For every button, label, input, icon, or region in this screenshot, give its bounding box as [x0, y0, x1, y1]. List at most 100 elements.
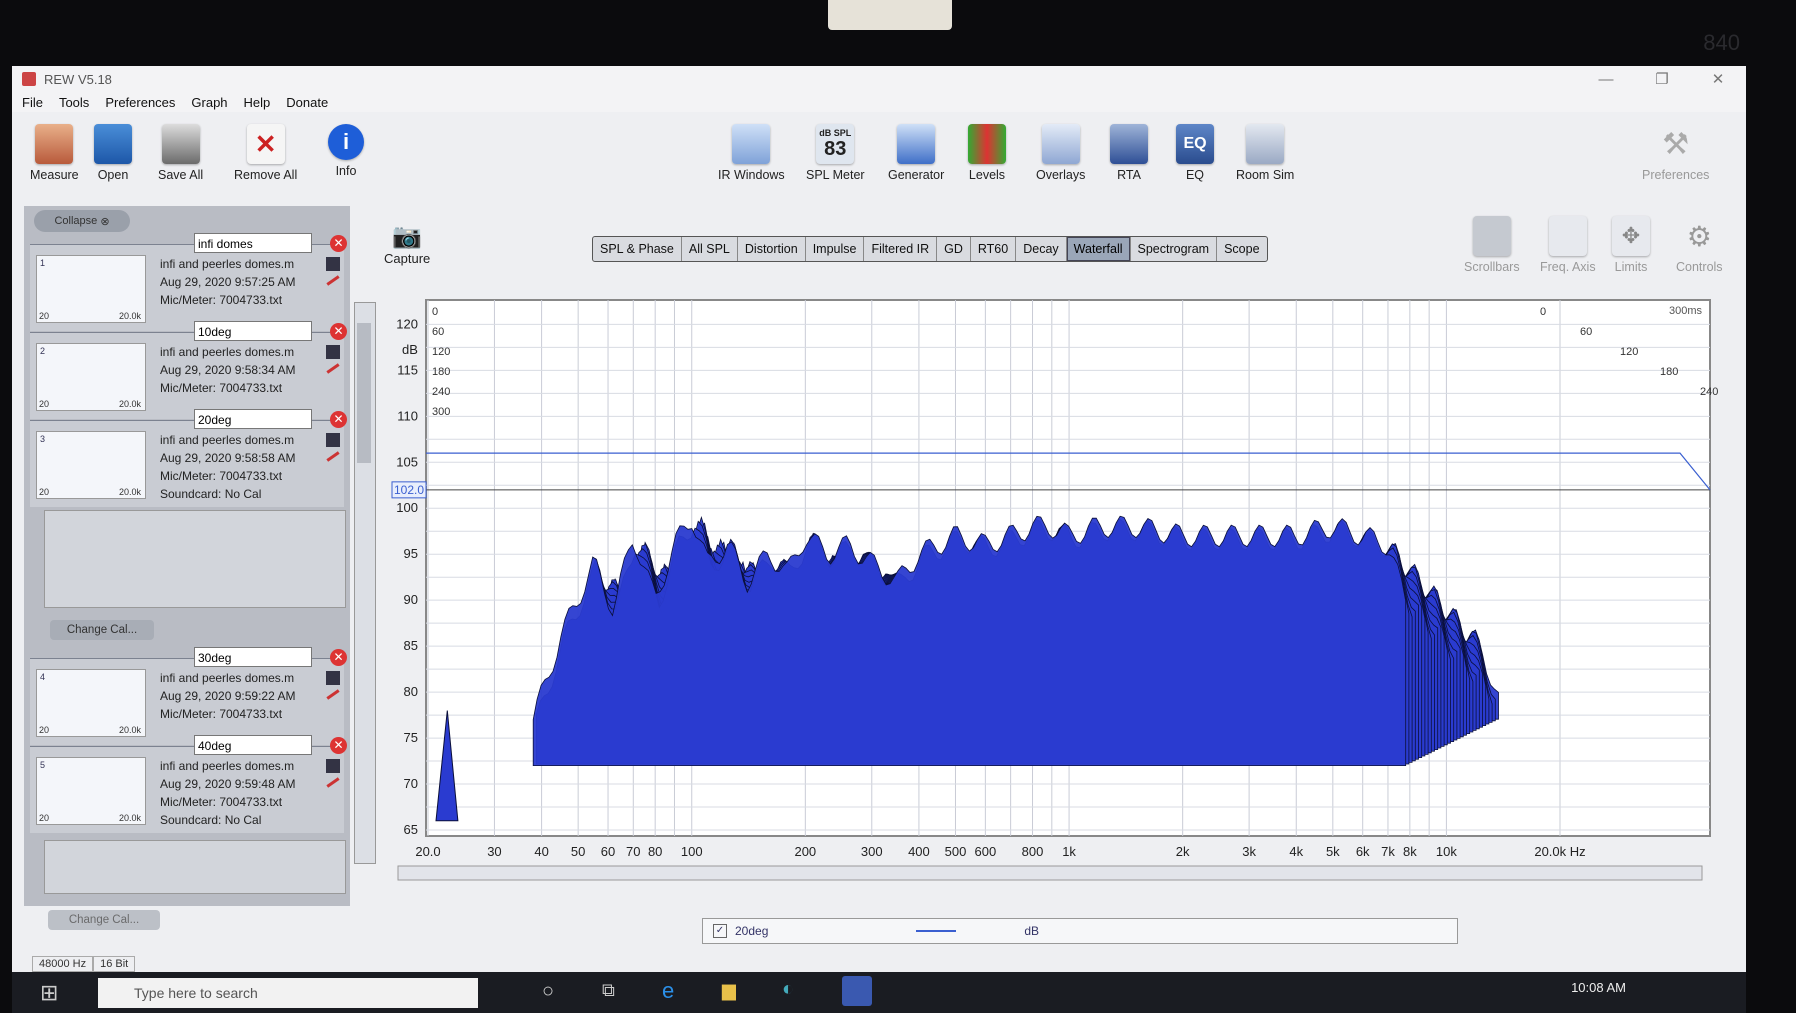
measurement-item[interactable]: 4 20 20.0k 30deg ✕ infi and peerles domes.… [30, 647, 347, 745]
delete-measurement-icon[interactable]: ✕ [330, 235, 347, 252]
ir-windows-button[interactable]: IR Windows [718, 124, 785, 182]
y-tick-label: 115 [397, 362, 418, 377]
generator-button[interactable]: Generator [888, 124, 944, 182]
x-tick-label: 800 [1022, 844, 1044, 859]
menu-graph[interactable]: Graph [191, 95, 227, 110]
delete-measurement-icon[interactable]: ✕ [330, 411, 347, 428]
pen-icon[interactable] [326, 777, 340, 788]
delete-measurement-icon[interactable]: ✕ [330, 323, 347, 340]
measurements-panel: Collapse ⊗ 1 20 20.0k infi domes ✕ infi an… [24, 206, 350, 906]
menu-file[interactable]: File [22, 95, 43, 110]
wrench-icon: ⚒ [1662, 127, 1690, 161]
eq-button[interactable]: EQ EQ [1176, 124, 1214, 182]
measurement-mic: Mic/Meter: 7004733.txt [160, 293, 283, 307]
spl-meter-button[interactable]: dB SPL 83 SPL Meter [806, 124, 865, 182]
waterfall-chart[interactable]: 120 115 110 105 100 95 90 85 80 75 70 65 102.0 0 60 120… [382, 286, 1722, 906]
menu-help[interactable]: Help [244, 95, 271, 110]
pen-icon[interactable] [326, 451, 340, 462]
y-tick-label: 90 [404, 592, 418, 607]
measurement-number: 3 [40, 434, 46, 444]
open-button[interactable]: Open [94, 124, 132, 182]
notes-icon[interactable] [326, 671, 340, 685]
task-view-icon[interactable]: ⧉ [602, 980, 615, 1001]
tab-waterfall[interactable]: Waterfall [1066, 237, 1131, 261]
freq-axis-toggle[interactable]: Freq. Axis [1540, 216, 1596, 274]
legend-unit: dB [1024, 924, 1040, 938]
measurement-item[interactable]: 5 20 20.0k 40deg ✕ infi and peerles domes.… [30, 735, 347, 833]
measurement-name-field[interactable]: 30deg [194, 647, 312, 667]
menu-preferences[interactable]: Preferences [105, 95, 175, 110]
measurement-item[interactable]: 1 20 20.0k infi domes ✕ infi and peerles d… [30, 233, 347, 331]
edge-icon[interactable]: e [662, 978, 674, 1004]
tab-distortion[interactable]: Distortion [738, 237, 806, 261]
time-label-right: 240 [1700, 386, 1718, 398]
tab-spectrogram[interactable]: Spectrogram [1131, 237, 1218, 261]
maximize-button[interactable]: ❐ [1634, 66, 1690, 92]
room-sim-button[interactable]: Room Sim [1236, 124, 1294, 182]
cortana-icon[interactable]: ○ [542, 980, 554, 1003]
ir-windows-icon [732, 124, 771, 164]
measurement-file: infi and peerles domes.m [160, 671, 295, 685]
limits-button[interactable]: ✥ Limits [1612, 216, 1650, 274]
pen-icon[interactable] [326, 275, 340, 286]
tab-filtered-ir[interactable]: Filtered IR [864, 237, 938, 261]
rta-button[interactable]: RTA [1110, 124, 1148, 182]
notes-icon[interactable] [326, 433, 340, 447]
start-icon[interactable]: ⊞ [40, 980, 58, 1006]
measurement-name-field[interactable]: 40deg [194, 735, 312, 755]
panel-scrollbar[interactable] [354, 302, 376, 864]
delete-measurement-icon[interactable]: ✕ [330, 737, 347, 754]
range-low: 20 [39, 725, 50, 735]
notes-icon[interactable] [326, 345, 340, 359]
tab-spl-phase[interactable]: SPL & Phase [593, 237, 682, 261]
tab-all-spl[interactable]: All SPL [682, 237, 738, 261]
measurement-name-field[interactable]: infi domes [194, 233, 312, 253]
notes-icon[interactable] [326, 759, 340, 773]
app-icon[interactable]: ◐ [782, 978, 794, 1001]
collapse-button[interactable]: Collapse ⊗ [34, 210, 130, 232]
y-tick-label: 105 [396, 454, 418, 469]
tab-scope[interactable]: Scope [1217, 237, 1266, 261]
pen-icon[interactable] [326, 363, 340, 374]
save-all-button[interactable]: Save All [158, 124, 203, 182]
menu-donate[interactable]: Donate [286, 95, 328, 110]
remove-all-button[interactable]: ✕ Remove All [234, 124, 297, 182]
levels-button[interactable]: Levels [968, 124, 1006, 182]
preferences-button[interactable]: ⚒ Preferences [1642, 124, 1709, 183]
change-cal-button[interactable]: Change Cal... [50, 620, 154, 640]
delete-measurement-icon[interactable]: ✕ [330, 649, 347, 666]
measurement-thumbnail: 4 20 20.0k [36, 669, 146, 737]
scrollbar-thumb[interactable] [357, 323, 371, 463]
measure-button[interactable]: Measure [30, 124, 79, 182]
scrollbars-toggle[interactable]: Scrollbars [1464, 216, 1520, 274]
info-button[interactable]: i Info [328, 124, 364, 178]
measurement-item[interactable]: 2 20 20.0k 10deg ✕ infi and peerles domes.… [30, 321, 347, 419]
time-label-left: 180 [432, 366, 450, 378]
change-cal-button[interactable]: Change Cal... [48, 910, 160, 930]
camera-icon: 📷 [392, 223, 423, 250]
rew-taskbar-icon[interactable] [842, 976, 872, 1006]
tab-gd[interactable]: GD [937, 237, 971, 261]
measurement-name-field[interactable]: 10deg [194, 321, 312, 341]
range-high: 20.0k [118, 399, 141, 409]
x-tick-label: 300 [861, 844, 883, 859]
tab-rt60[interactable]: RT60 [971, 237, 1017, 261]
x-tick-label: 40 [534, 844, 548, 859]
menu-tools[interactable]: Tools [59, 95, 89, 110]
capture-button[interactable]: 📷 Capture [384, 222, 430, 266]
pen-icon[interactable] [326, 689, 340, 700]
close-button[interactable]: ✕ [1690, 66, 1746, 92]
file-explorer-icon[interactable]: ▆ [722, 980, 736, 1001]
tab-decay[interactable]: Decay [1016, 237, 1067, 261]
scrollbars-label: Scrollbars [1464, 260, 1520, 274]
notes-icon[interactable] [326, 257, 340, 271]
tape-on-screen [828, 0, 952, 30]
controls-button[interactable]: ⚙ Controls [1676, 216, 1723, 275]
overlays-button[interactable]: Overlays [1036, 124, 1085, 182]
minimize-button[interactable]: — [1578, 66, 1634, 92]
legend-checkbox[interactable]: ✓ [713, 924, 727, 938]
tab-impulse[interactable]: Impulse [806, 237, 865, 261]
taskbar-search[interactable]: Type here to search [98, 978, 478, 1008]
measurement-name-field[interactable]: 20deg [194, 409, 312, 429]
measurement-item[interactable]: 3 20 20.0k 20deg ✕ infi and peerles domes.… [30, 409, 347, 507]
